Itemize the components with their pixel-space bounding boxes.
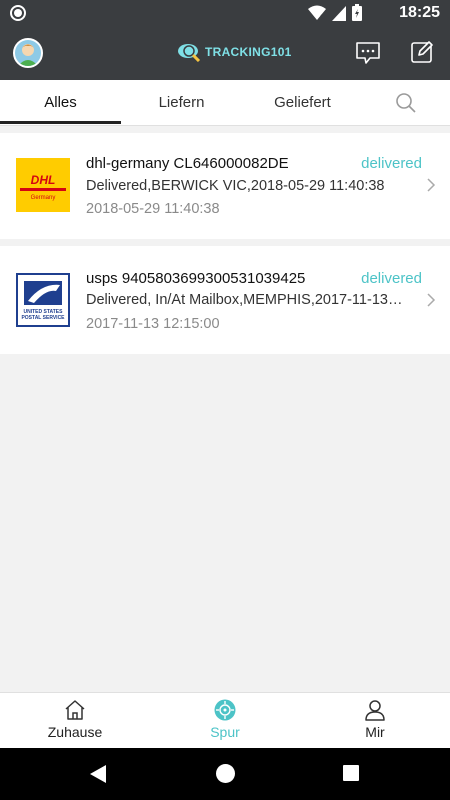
filter-tabs: Alles Liefern Geliefert — [0, 80, 450, 126]
dhl-logo: DHL Germany — [16, 158, 70, 212]
tab-geliefert[interactable]: Geliefert — [242, 80, 363, 126]
tracking-detail: Delivered, In/At Mailbox,MEMPHIS,2017-11… — [86, 292, 406, 308]
edit-icon[interactable] — [410, 40, 434, 64]
tracking-title: usps 9405803699300531039425 — [86, 270, 306, 287]
home-button-icon[interactable] — [216, 764, 235, 783]
search-icon[interactable] — [395, 92, 417, 114]
track-icon — [214, 699, 236, 721]
message-icon[interactable] — [355, 41, 381, 65]
app-header: TRACKING101 — [0, 26, 450, 80]
status-bar: 18:25 — [0, 0, 450, 26]
usps-logo-subtext: POSTAL SERVICE — [21, 315, 65, 321]
status-badge: delivered — [361, 270, 422, 287]
person-icon — [365, 700, 385, 721]
nav-zuhause[interactable]: Zuhause — [0, 693, 150, 749]
avatar-icon — [18, 44, 38, 66]
battery-icon — [352, 4, 362, 21]
tab-alles[interactable]: Alles — [0, 80, 121, 126]
nav-label: Spur — [210, 724, 240, 740]
bottom-navigation: Zuhause Spur Mir — [0, 692, 450, 748]
home-icon — [65, 700, 85, 720]
signal-icon — [332, 5, 346, 21]
chevron-right-icon — [427, 293, 436, 307]
avatar[interactable] — [13, 38, 43, 68]
dhl-logo-text: DHL — [31, 173, 56, 187]
back-icon[interactable] — [89, 764, 107, 784]
recent-apps-icon[interactable] — [343, 765, 359, 781]
nav-spur[interactable]: Spur — [150, 693, 300, 749]
dhl-logo-subtext: Germany — [31, 195, 56, 201]
usps-logo: UNITED STATES POSTAL SERVICE — [16, 273, 70, 327]
status-icons — [308, 4, 362, 21]
system-navigation-bar — [0, 748, 450, 800]
nav-mir[interactable]: Mir — [300, 693, 450, 749]
wifi-icon — [308, 5, 326, 20]
app-name: TRACKING101 — [205, 45, 292, 59]
status-badge: delivered — [361, 155, 422, 172]
logo-magnifier-icon — [178, 44, 201, 62]
nav-label: Zuhause — [47, 724, 103, 740]
tracking-title: dhl-germany CL646000082DE — [86, 155, 289, 172]
active-tab-indicator — [0, 121, 121, 124]
shipment-row[interactable]: UNITED STATES POSTAL SERVICE usps 940580… — [0, 246, 450, 354]
tab-liefern[interactable]: Liefern — [121, 80, 242, 126]
shipment-row[interactable]: DHL Germany dhl-germany CL646000082DE de… — [0, 133, 450, 239]
tracking-date: 2017-11-13 12:15:00 — [86, 316, 220, 332]
recording-icon — [10, 5, 26, 21]
chevron-right-icon — [427, 178, 436, 192]
nav-label: Mir — [365, 724, 385, 740]
tracking-date: 2018-05-29 11:40:38 — [86, 201, 220, 217]
app-logo: TRACKING101 — [178, 42, 292, 62]
clock: 18:25 — [399, 4, 440, 21]
tracking-detail: Delivered,BERWICK VIC,2018-05-29 11:40:3… — [86, 178, 385, 194]
